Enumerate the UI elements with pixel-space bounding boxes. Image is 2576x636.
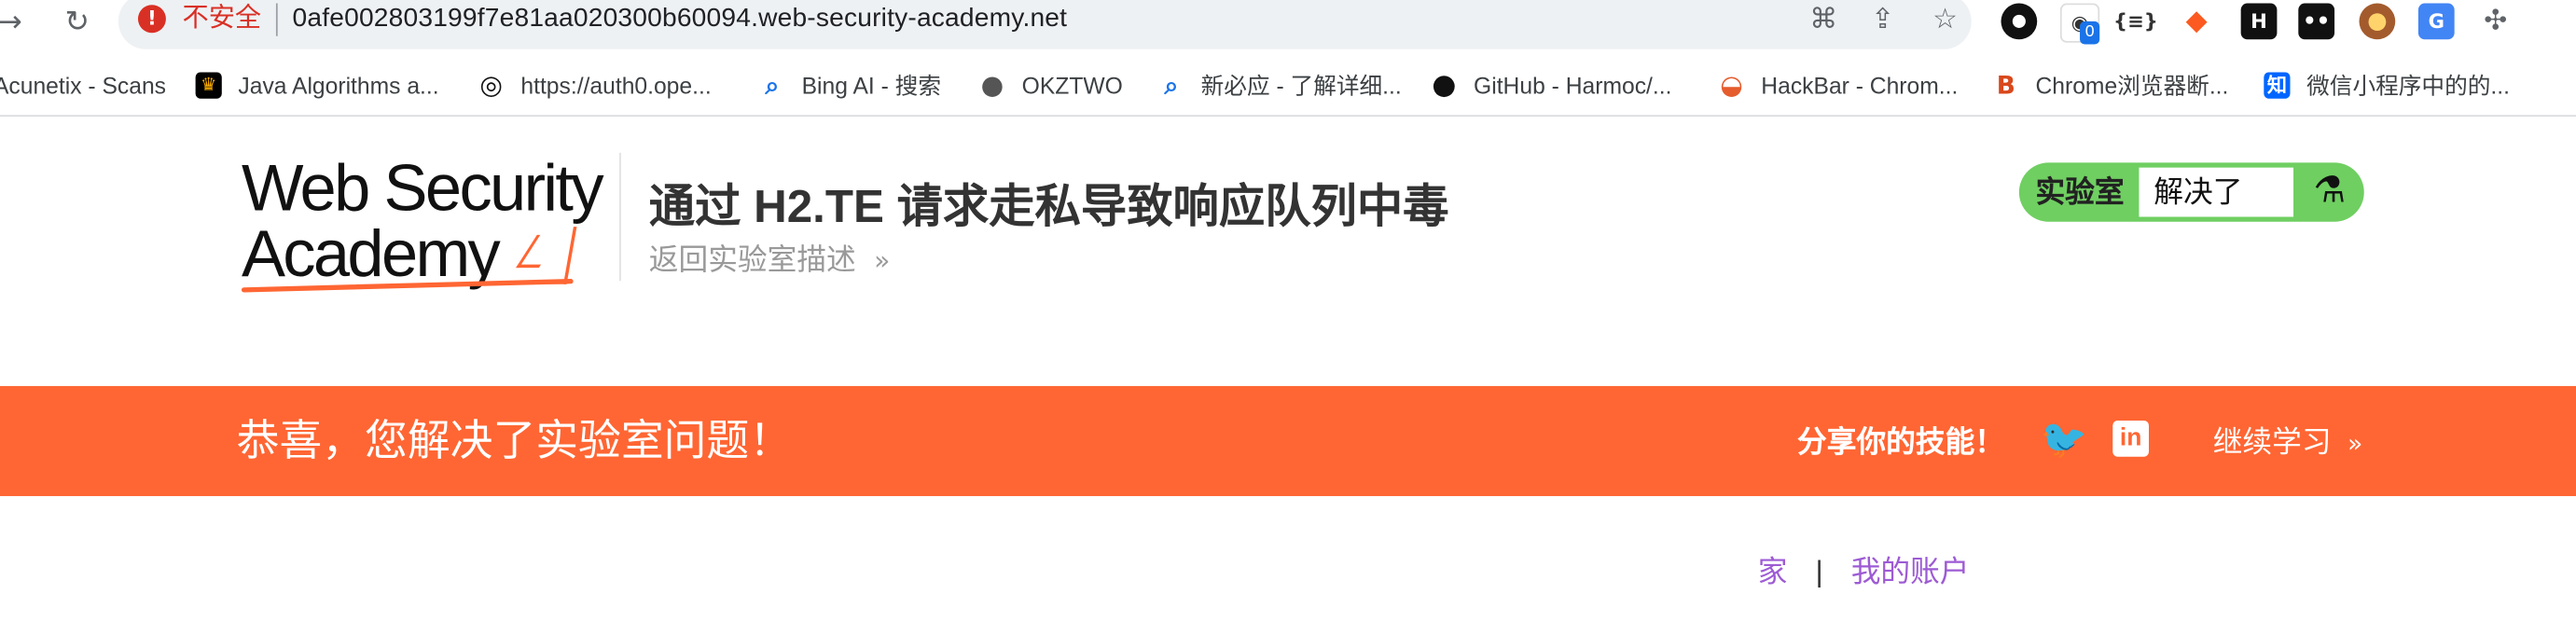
fox-extension-icon[interactable]: ◆ bbox=[2179, 4, 2215, 40]
bookmark-label: 微信小程序中的的... bbox=[2306, 72, 2510, 99]
home-link[interactable]: 家 bbox=[1758, 555, 1788, 588]
bookmark-auth0[interactable]: ◎ https://auth0.ope... bbox=[478, 68, 712, 101]
double-chevron-right-icon: » bbox=[874, 244, 891, 276]
continue-learning-label: 继续学习 bbox=[2212, 425, 2332, 459]
rainbow-icon: ◒ bbox=[1720, 68, 1743, 101]
continue-learning-link[interactable]: 继续学习 » bbox=[2213, 423, 2363, 462]
browser-screenshot: → ↻ ! 不安全 0afe002803199f7e81aa020300b600… bbox=[0, 0, 2576, 636]
bookmark-bing-ai[interactable]: ⌕ Bing AI - 搜索 bbox=[759, 71, 941, 101]
back-to-lab-description-link[interactable]: 返回实验室描述 » bbox=[649, 242, 891, 280]
browser-toolbar: → ↻ ! 不安全 0afe002803199f7e81aa020300b600… bbox=[0, 0, 2576, 49]
lab-title: 通过 H2.TE 请求走私导致响应队列中毒 bbox=[648, 180, 1449, 231]
web-security-academy-logo[interactable]: Web Security Academy bbox=[241, 152, 616, 297]
bookmark-label: Chrome浏览器断... bbox=[2035, 72, 2229, 99]
bookmark-label: GitHub - Harmoc/... bbox=[1474, 72, 1672, 99]
back-link-label: 返回实验室描述 bbox=[648, 242, 856, 276]
share-icon[interactable]: ⇪ bbox=[1864, 2, 1901, 38]
dots-extension-icon[interactable]: •• bbox=[2298, 3, 2335, 40]
bookmark-java-algorithms[interactable]: ♛ Java Algorithms a... bbox=[195, 71, 439, 101]
h-extension-icon[interactable]: H bbox=[2240, 3, 2278, 40]
bookmark-acunetix[interactable]: Acunetix - Scans bbox=[0, 71, 166, 101]
lab-solved-banner: 恭喜，您解决了实验室问题！ 分享你的技能！ 🐦 in 继续学习 » bbox=[0, 385, 2576, 496]
crown-icon: ♛ bbox=[195, 72, 222, 99]
my-account-link[interactable]: 我的账户 bbox=[1851, 555, 1970, 588]
json-viewer-icon[interactable]: {≡} bbox=[2113, 4, 2158, 40]
url-text[interactable]: 0afe002803199f7e81aa020300b60094.web-sec… bbox=[293, 4, 1068, 36]
bookmark-label: OKZTWO bbox=[1021, 72, 1123, 99]
flask-icon: ⚗ bbox=[2313, 171, 2347, 213]
double-chevron-right-icon: » bbox=[2347, 428, 2363, 459]
refresh-icon[interactable]: ↻ bbox=[58, 4, 97, 43]
bookmark-wechat-miniprogram[interactable]: 知 微信小程序中的的... bbox=[2264, 71, 2510, 101]
zhihu-icon: 知 bbox=[2264, 72, 2291, 99]
b-logo-icon: B bbox=[1996, 70, 2015, 101]
lab-status-widget: 实验室 解决了 ⚗ bbox=[2018, 162, 2364, 222]
openai-icon: ◎ bbox=[479, 68, 503, 101]
extension-badge: 0 bbox=[2080, 21, 2100, 45]
globe-icon: ● bbox=[980, 68, 1004, 101]
address-bar[interactable]: ! 不安全 0afe002803199f7e81aa020300b60094.w… bbox=[118, 0, 1972, 49]
bookmark-okztwo[interactable]: ● OKZTWO bbox=[979, 68, 1123, 101]
bookmark-label: https://auth0.ope... bbox=[520, 72, 712, 99]
extensions-puzzle-icon[interactable]: ✣ bbox=[2477, 4, 2514, 40]
google-translate-icon[interactable]: G bbox=[2417, 3, 2455, 40]
share-skills-label: 分享你的技能！ bbox=[1797, 425, 2005, 459]
cookie-extension-icon[interactable]: ● bbox=[2359, 3, 2396, 40]
bookmark-label: Java Algorithms a... bbox=[238, 72, 439, 99]
bookmark-label: Acunetix - Scans bbox=[0, 72, 167, 99]
logo-line-academy: Academy bbox=[241, 218, 501, 291]
logo-line-web-security: Web Security bbox=[241, 152, 604, 226]
bookmark-github[interactable]: ● GitHub - Harmoc/... bbox=[1431, 71, 1671, 101]
github-icon: ● bbox=[1432, 68, 1457, 103]
bookmark-star-icon[interactable]: ☆ bbox=[1927, 2, 1963, 38]
search-icon: ⌕ bbox=[1164, 70, 1179, 101]
extension-circle-icon[interactable] bbox=[2001, 3, 2038, 40]
not-secure-label[interactable]: 不安全 bbox=[183, 4, 262, 36]
bookmark-label: Bing AI - 搜索 bbox=[801, 72, 941, 99]
lab-status-value: 解决了 bbox=[2139, 167, 2294, 217]
translate-icon[interactable]: ⌘ bbox=[1806, 2, 1842, 38]
linkedin-icon[interactable]: in bbox=[2112, 420, 2150, 457]
bookmark-chrome-debugger[interactable]: B Chrome浏览器断... bbox=[1993, 71, 2229, 101]
forward-arrow-icon[interactable]: → bbox=[0, 4, 30, 43]
lab-page: Web Security Academy 通过 H2.TE 请求走私导致响应队列… bbox=[0, 119, 2576, 636]
lab-status-label: 实验室 bbox=[2035, 175, 2125, 209]
bookmark-new-bing[interactable]: ⌕ 新必应 - 了解详细... bbox=[1158, 71, 1402, 101]
address-divider bbox=[275, 3, 278, 36]
search-icon: ⌕ bbox=[765, 70, 780, 101]
not-secure-icon[interactable]: ! bbox=[137, 5, 166, 34]
account-navigation: 家 | 我的账户 bbox=[1758, 554, 1970, 590]
bookmarks-bar: Acunetix - Scans ♛ Java Algorithms a... … bbox=[0, 48, 2576, 118]
bookmark-hackbar[interactable]: ◒ HackBar - Chrom... bbox=[1719, 68, 1959, 101]
lab-solved-message: 恭喜，您解决了实验室问题！ bbox=[236, 415, 793, 465]
academy-lightning-icon bbox=[507, 227, 577, 284]
bookmark-label: 新必应 - 了解详细... bbox=[1200, 72, 1402, 99]
header-divider bbox=[619, 152, 621, 282]
twitter-icon[interactable]: 🐦 bbox=[2041, 421, 2087, 460]
bookmark-label: HackBar - Chrom... bbox=[1761, 72, 1959, 99]
navigation-separator: | bbox=[1815, 555, 1823, 588]
